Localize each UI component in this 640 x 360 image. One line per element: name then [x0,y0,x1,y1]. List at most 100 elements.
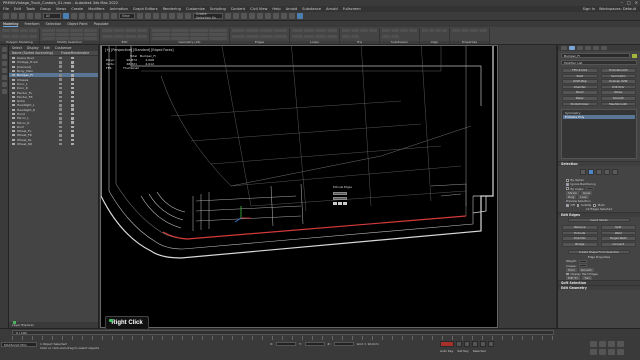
menu-scripting[interactable]: Scripting [210,7,226,11]
visibility-icon[interactable] [12,95,15,98]
angle-snap-icon[interactable] [169,13,175,19]
selection-filter-dropdown[interactable]: All [43,13,61,19]
go-to-end-icon[interactable] [488,341,494,347]
align-icon[interactable] [233,13,239,19]
visibility-icon[interactable] [12,100,15,103]
zoom-extents-all-icon[interactable] [617,341,624,347]
frozen-icon[interactable] [59,78,62,81]
visibility-icon[interactable] [12,138,15,141]
select-object-icon[interactable] [63,13,69,19]
extrude-button[interactable]: Extrude [562,230,598,236]
caddy-ok-icon[interactable] [333,202,337,205]
toggle-ribbon-icon[interactable] [249,13,255,19]
renderable-icon[interactable] [71,138,74,142]
field-of-view-icon[interactable] [590,349,597,355]
chamfer-button[interactable]: Chamfer [562,236,598,242]
create-shape-button[interactable]: Create Shape From Selection [568,249,630,255]
frozen-icon[interactable] [59,108,62,111]
border-level-icon[interactable] [596,169,602,176]
crease-spinner[interactable] [578,264,587,268]
menu-file[interactable]: File [3,7,9,11]
pan-icon[interactable] [599,349,606,355]
visibility-icon[interactable] [12,117,15,120]
renderable-icon[interactable] [71,74,74,77]
visibility-icon[interactable] [12,74,15,77]
frozen-icon[interactable] [59,142,62,146]
minimize-icon[interactable]: – [621,0,623,5]
radio[interactable] [566,204,569,207]
close-icon[interactable]: × [635,0,638,5]
select-by-name-icon[interactable] [71,13,77,19]
stack-item-editable-poly[interactable]: Editable Poly [563,115,635,120]
select-move-icon[interactable] [95,13,101,19]
menu-modifiers[interactable]: Modifiers [88,7,104,11]
selection-set-field[interactable]: Create Selection Se [193,12,223,20]
frozen-icon[interactable] [59,61,62,64]
maximize-viewport-icon[interactable] [617,349,624,355]
weight-spinner[interactable] [578,260,587,263]
auto-key-label[interactable]: Auto Key [440,349,453,353]
spinner-snap-icon[interactable] [185,13,191,19]
caddy-field-2[interactable] [333,197,347,200]
frozen-icon[interactable] [59,99,62,103]
radio[interactable] [576,204,580,207]
modifier-button[interactable]: Symmetry [600,73,636,79]
renderable-icon[interactable] [71,142,74,146]
renderable-icon[interactable] [71,134,74,137]
visibility-icon[interactable] [12,113,15,115]
frozen-icon[interactable] [59,69,62,73]
renderable-icon[interactable] [71,69,74,73]
sign-in-link[interactable]: Sign In [583,7,595,11]
edit-geometry-rollout-header[interactable]: Edit Geometry [558,285,640,291]
checkbox[interactable] [566,179,569,182]
menu-substance[interactable]: Substance [302,7,321,11]
insert-vertex-button[interactable]: Insert Vertex [568,217,630,223]
redo-icon[interactable] [11,13,17,19]
go-to-start-icon[interactable] [456,341,462,347]
workspace-dropdown[interactable]: Workspaces: Default [599,7,636,11]
tab-display[interactable]: Display [27,46,39,50]
weld-button[interactable]: Weld [600,230,636,236]
frozen-icon[interactable] [59,65,62,68]
visibility-icon[interactable] [12,91,15,94]
modifier-button[interactable]: FFD 2x2x2 [562,68,598,73]
selection-rollout-header[interactable]: Selection [558,161,640,167]
link-icon[interactable] [19,13,25,19]
frozen-icon[interactable] [59,112,62,116]
tab-select[interactable]: Select [12,46,22,50]
modifier-list-dropdown[interactable]: Modifier List [561,60,637,65]
window-crossing-icon[interactable] [87,13,93,19]
viewport-label[interactable]: [+] [Perspective] [Standard] [Edged Face… [105,48,174,52]
renderable-icon[interactable] [71,61,74,64]
unlink-icon[interactable] [27,13,33,19]
hierarchy-tab-icon[interactable] [577,46,583,50]
z-field[interactable] [333,342,354,346]
visibility-icon[interactable] [12,134,15,137]
menu-arnold[interactable]: Arnold [286,7,298,11]
modify-tab-icon[interactable] [569,46,575,50]
frozen-icon[interactable] [59,74,62,77]
sort-icon[interactable] [1,82,7,87]
visibility-icon[interactable] [12,57,15,60]
tab-freeform[interactable]: Freeform [24,22,39,26]
hierarchy-icon[interactable] [1,68,7,73]
time-slider[interactable]: 0 / 100 [12,330,554,335]
menu-fullscreen[interactable]: Fullscreen [343,7,361,11]
frozen-icon[interactable] [59,56,62,60]
zoom-extents-icon[interactable] [608,341,615,347]
renderable-icon[interactable] [71,108,74,111]
renderable-icon[interactable] [71,65,74,68]
rendered-frame-window-icon[interactable] [289,13,295,19]
modifier-button[interactable]: Bend [562,90,598,95]
modifier-button[interactable]: Chamfer [562,84,598,90]
renderable-icon[interactable] [71,125,74,129]
visibility-icon[interactable] [12,61,15,64]
modifier-button[interactable]: TurboSmooth [600,68,636,73]
menu-create[interactable]: Create [71,7,83,11]
menu-animation[interactable]: Animation [110,7,128,11]
renderable-icon[interactable] [71,99,74,103]
object-color-swatch[interactable] [632,54,637,58]
edit-edges-rollout-header[interactable]: Edit Edges [558,211,640,217]
frozen-icon[interactable] [59,125,62,129]
menu-group[interactable]: Group [40,7,51,11]
